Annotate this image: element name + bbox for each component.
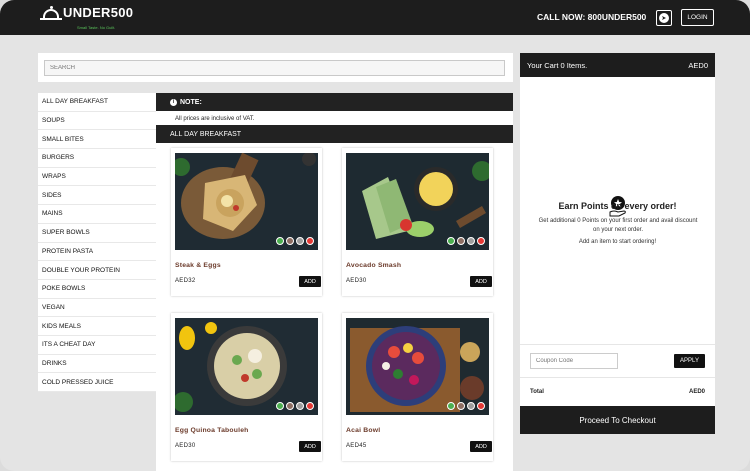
page-frame: UNDER500 Small Taste. No Guilt. CALL NOW…	[0, 0, 750, 471]
note-title: NOTE:	[180, 98, 202, 106]
location-icon	[659, 13, 669, 23]
add-button[interactable]: ADD	[470, 276, 492, 287]
product-name[interactable]: Acai Bowl	[346, 427, 380, 434]
product-image-acai-bowl[interactable]	[346, 318, 489, 415]
product-image-steak-eggs[interactable]	[175, 153, 318, 250]
spicy-icon	[306, 237, 314, 245]
gluten-icon	[296, 237, 304, 245]
sidebar-item-soups[interactable]: SOUPS	[38, 112, 156, 131]
product-price: AED30	[346, 278, 367, 284]
gluten-icon	[296, 402, 304, 410]
total-label: Total	[530, 389, 544, 395]
search-input[interactable]	[44, 60, 505, 76]
sidebar-item-its-a-cheat-day[interactable]: ITS A CHEAT DAY	[38, 336, 156, 355]
location-button[interactable]	[656, 10, 672, 26]
diet-badges	[447, 237, 485, 245]
note-bar: i NOTE:	[156, 93, 513, 111]
call-now-text[interactable]: CALL NOW: 800UNDER500	[537, 12, 646, 22]
sidebar-item-cold-pressed-juice[interactable]: COLD PRESSED JUICE	[38, 373, 156, 392]
logo[interactable]: UNDER500 Small Taste. No Guilt.	[40, 5, 134, 30]
sidebar-item-poke-bowls[interactable]: POKE BOWLS	[38, 280, 156, 299]
login-button[interactable]: LOGIN	[681, 9, 714, 26]
sidebar-item-wraps[interactable]: WRAPS	[38, 168, 156, 187]
protein-icon	[457, 402, 465, 410]
product-name[interactable]: Egg Quinoa Tabouleh	[175, 427, 249, 434]
gluten-icon	[467, 237, 475, 245]
menu-main: i NOTE: All prices are inclusive of VAT.…	[156, 93, 513, 471]
vegetarian-icon	[276, 237, 284, 245]
sidebar-item-burgers[interactable]: BURGERS	[38, 149, 156, 168]
product-price: AED30	[175, 443, 196, 449]
vegetarian-icon	[276, 402, 284, 410]
cloche-icon	[40, 6, 62, 22]
sidebar-item-mains[interactable]: MAINS	[38, 205, 156, 224]
product-price: AED45	[346, 443, 367, 449]
logo-tagline: Small Taste. No Guilt.	[77, 25, 116, 30]
coupon-row: APPLY	[520, 344, 715, 378]
cart-amount: AED0	[688, 60, 708, 70]
product-image-avocado-smash[interactable]	[346, 153, 489, 250]
protein-icon	[286, 402, 294, 410]
cart-panel: Your Cart 0 Items. AED0 Earn Points on e…	[520, 53, 715, 434]
sidebar-item-double-your-protein[interactable]: DOUBLE YOUR PROTEIN	[38, 261, 156, 280]
category-heading: ALL DAY BREAKFAST	[156, 125, 513, 143]
product-card[interactable]: Avocado Smash AED30 ADD	[342, 148, 493, 296]
product-name[interactable]: Steak & Eggs	[175, 262, 221, 269]
product-card[interactable]: Acai Bowl AED45 ADD	[342, 313, 493, 461]
category-sidebar: ALL DAY BREAKFAST SOUPS SMALL BITES BURG…	[38, 93, 156, 392]
add-button[interactable]: ADD	[299, 441, 321, 452]
apply-coupon-button[interactable]: APPLY	[674, 354, 705, 368]
logo-text: UNDER500	[63, 5, 134, 20]
product-card[interactable]: Steak & Eggs AED32 ADD	[171, 148, 322, 296]
sidebar-item-small-bites[interactable]: SMALL BITES	[38, 130, 156, 150]
search-container	[38, 53, 513, 82]
coupon-code-input[interactable]	[530, 353, 618, 369]
sidebar-item-kids-meals[interactable]: KIDS MEALS	[38, 317, 156, 336]
spicy-icon	[477, 237, 485, 245]
sidebar-item-sides[interactable]: SIDES	[38, 186, 156, 206]
product-card[interactable]: Egg Quinoa Tabouleh AED30 ADD	[171, 313, 322, 461]
protein-icon	[286, 237, 294, 245]
total-value: AED0	[688, 389, 705, 395]
sidebar-item-vegan[interactable]: VEGAN	[38, 299, 156, 318]
cart-header: Your Cart 0 Items. AED0	[520, 53, 715, 77]
earn-points-title: Earn Points on every order!	[558, 201, 677, 211]
add-button[interactable]: ADD	[470, 441, 492, 452]
sidebar-item-protein-pasta[interactable]: PROTEIN PASTA	[38, 243, 156, 262]
total-row: Total AED0	[520, 378, 715, 406]
earn-points-subtitle: Get additional 0 Points on your first or…	[538, 218, 698, 233]
checkout-button[interactable]: Proceed To Checkout	[520, 406, 715, 434]
earn-points-hint: Add an item to start ordering!	[578, 239, 657, 245]
diet-badges	[276, 237, 314, 245]
top-header: UNDER500 Small Taste. No Guilt. CALL NOW…	[0, 0, 750, 35]
product-name[interactable]: Avocado Smash	[346, 262, 401, 269]
vegetarian-icon	[447, 237, 455, 245]
cart-title: Your Cart 0 Items.	[527, 60, 588, 70]
product-image-egg-quinoa-tabouleh[interactable]	[175, 318, 318, 415]
vegetarian-icon	[447, 402, 455, 410]
spicy-icon	[477, 402, 485, 410]
note-text: All prices are inclusive of VAT.	[175, 116, 255, 122]
diet-badges	[276, 402, 314, 410]
info-icon: i	[170, 98, 177, 106]
add-button[interactable]: ADD	[299, 276, 321, 287]
product-price: AED32	[175, 278, 196, 284]
protein-icon	[457, 237, 465, 245]
sidebar-item-all-day-breakfast[interactable]: ALL DAY BREAKFAST	[38, 93, 156, 112]
spicy-icon	[306, 402, 314, 410]
gluten-icon	[467, 402, 475, 410]
sidebar-item-super-bowls[interactable]: SUPER BOWLS	[38, 224, 156, 243]
sidebar-item-drinks[interactable]: DRINKS	[38, 355, 156, 374]
diet-badges	[447, 402, 485, 410]
